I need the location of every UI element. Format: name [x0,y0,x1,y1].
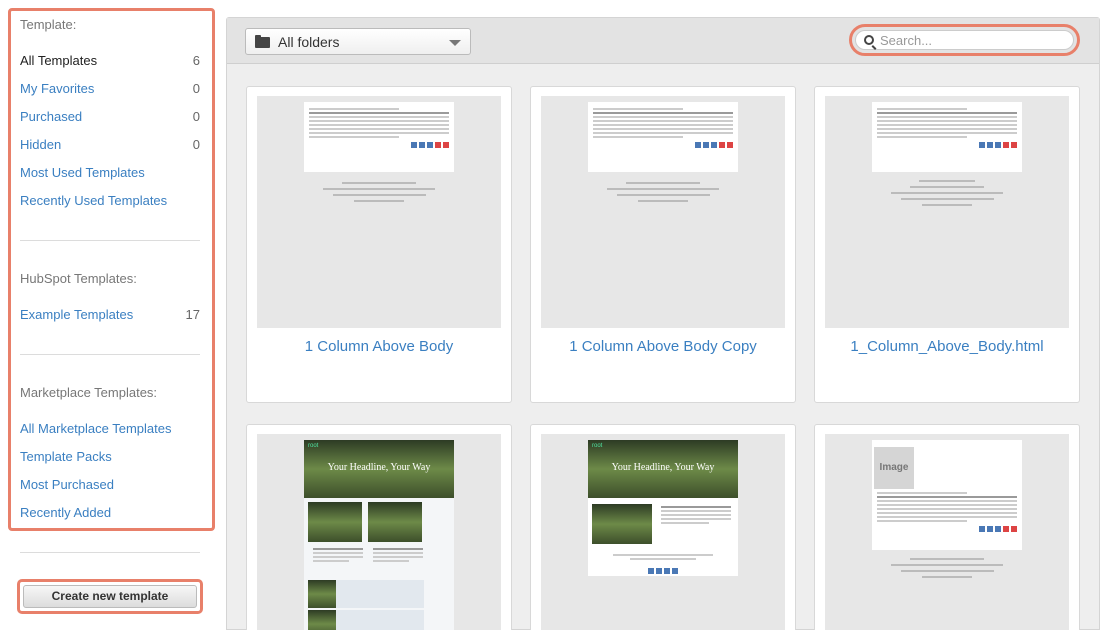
template-card[interactable]: 1_Column_Above_Body.html [814,86,1080,403]
sidebar-item-label: All Marketplace Templates [20,421,172,436]
template-card[interactable]: root Your Headline, Your Way [530,424,796,630]
sidebar-item-purchased[interactable]: Purchased 0 [20,109,200,129]
divider [20,240,200,241]
search-icon [864,35,874,45]
sidebar-item-label: Most Purchased [20,477,114,492]
create-new-template-button[interactable]: Create new template [23,585,197,608]
sidebar-item-template-packs[interactable]: Template Packs [20,449,200,469]
hubspot-heading: HubSpot Templates: [20,271,137,286]
template-thumbnail [541,96,785,328]
template-thumbnail: root Your Headline, Your Way [257,434,501,630]
template-heading: Template: [20,17,77,32]
thumbnail-headline: Your Headline, Your Way [611,462,715,473]
template-thumbnail: Image [825,434,1069,630]
sidebar-item-count: 17 [185,307,200,322]
folder-icon [255,35,270,48]
thumbnail-logo: root [308,443,319,449]
sidebar-item-example-templates[interactable]: Example Templates 17 [20,307,200,327]
sidebar-item-all-marketplace[interactable]: All Marketplace Templates [20,421,200,441]
template-card[interactable]: Image [814,424,1080,630]
create-button-highlight: Create new template [17,579,203,614]
sidebar: Template: All Templates 6 My Favorites 0… [0,0,222,630]
template-thumbnail: root Your Headline, Your Way [541,434,785,630]
sidebar-item-label: All Templates [20,53,98,68]
sidebar-item-label: Hidden [20,137,62,152]
sidebar-item-label: Purchased [20,109,83,124]
thumbnail-logo: root [592,443,603,449]
template-thumbnail [257,96,501,328]
template-card[interactable]: 1 Column Above Body [246,86,512,403]
template-browser: All folders 1 Column Above Body [226,17,1100,630]
divider [20,552,200,553]
template-card-title: 1_Column_Above_Body.html [850,338,1044,355]
sidebar-item-most-used[interactable]: Most Used Templates [20,165,200,185]
sidebar-item-count: 6 [192,53,200,68]
toolbar: All folders [227,18,1099,64]
sidebar-item-my-favorites[interactable]: My Favorites 0 [20,81,200,101]
template-card[interactable]: 1 Column Above Body Copy [530,86,796,403]
sidebar-item-label: Example Templates [20,307,134,322]
sidebar-item-label: My Favorites [20,81,95,96]
sidebar-item-label: Recently Added [20,505,112,520]
search-input[interactable] [855,30,1074,50]
template-card[interactable]: root Your Headline, Your Way [246,424,512,630]
sidebar-item-label: Most Used Templates [20,165,145,180]
folder-select[interactable]: All folders [245,28,471,55]
thumbnail-headline: Your Headline, Your Way [327,462,431,473]
sidebar-item-recently-used[interactable]: Recently Used Templates [20,193,200,213]
thumbnail-image-placeholder: Image [874,447,914,489]
sidebar-item-count: 0 [192,137,200,152]
sidebar-item-label: Recently Used Templates [20,193,168,208]
marketplace-heading: Marketplace Templates: [20,385,158,400]
sidebar-item-count: 0 [192,81,200,96]
caret-down-icon [449,40,461,46]
sidebar-item-count: 0 [192,109,200,124]
sidebar-item-label: Template Packs [20,449,112,464]
sidebar-item-all-templates[interactable]: All Templates 6 [20,53,200,73]
divider [20,354,200,355]
sidebar-item-most-purchased[interactable]: Most Purchased [20,477,200,497]
template-card-title: 1 Column Above Body Copy [569,338,757,355]
template-thumbnail [825,96,1069,328]
template-card-title: 1 Column Above Body [304,338,454,355]
search-highlight [849,24,1080,56]
folder-select-value: All folders [278,34,340,50]
sidebar-item-recently-added[interactable]: Recently Added [20,505,200,525]
sidebar-item-hidden[interactable]: Hidden 0 [20,137,200,157]
